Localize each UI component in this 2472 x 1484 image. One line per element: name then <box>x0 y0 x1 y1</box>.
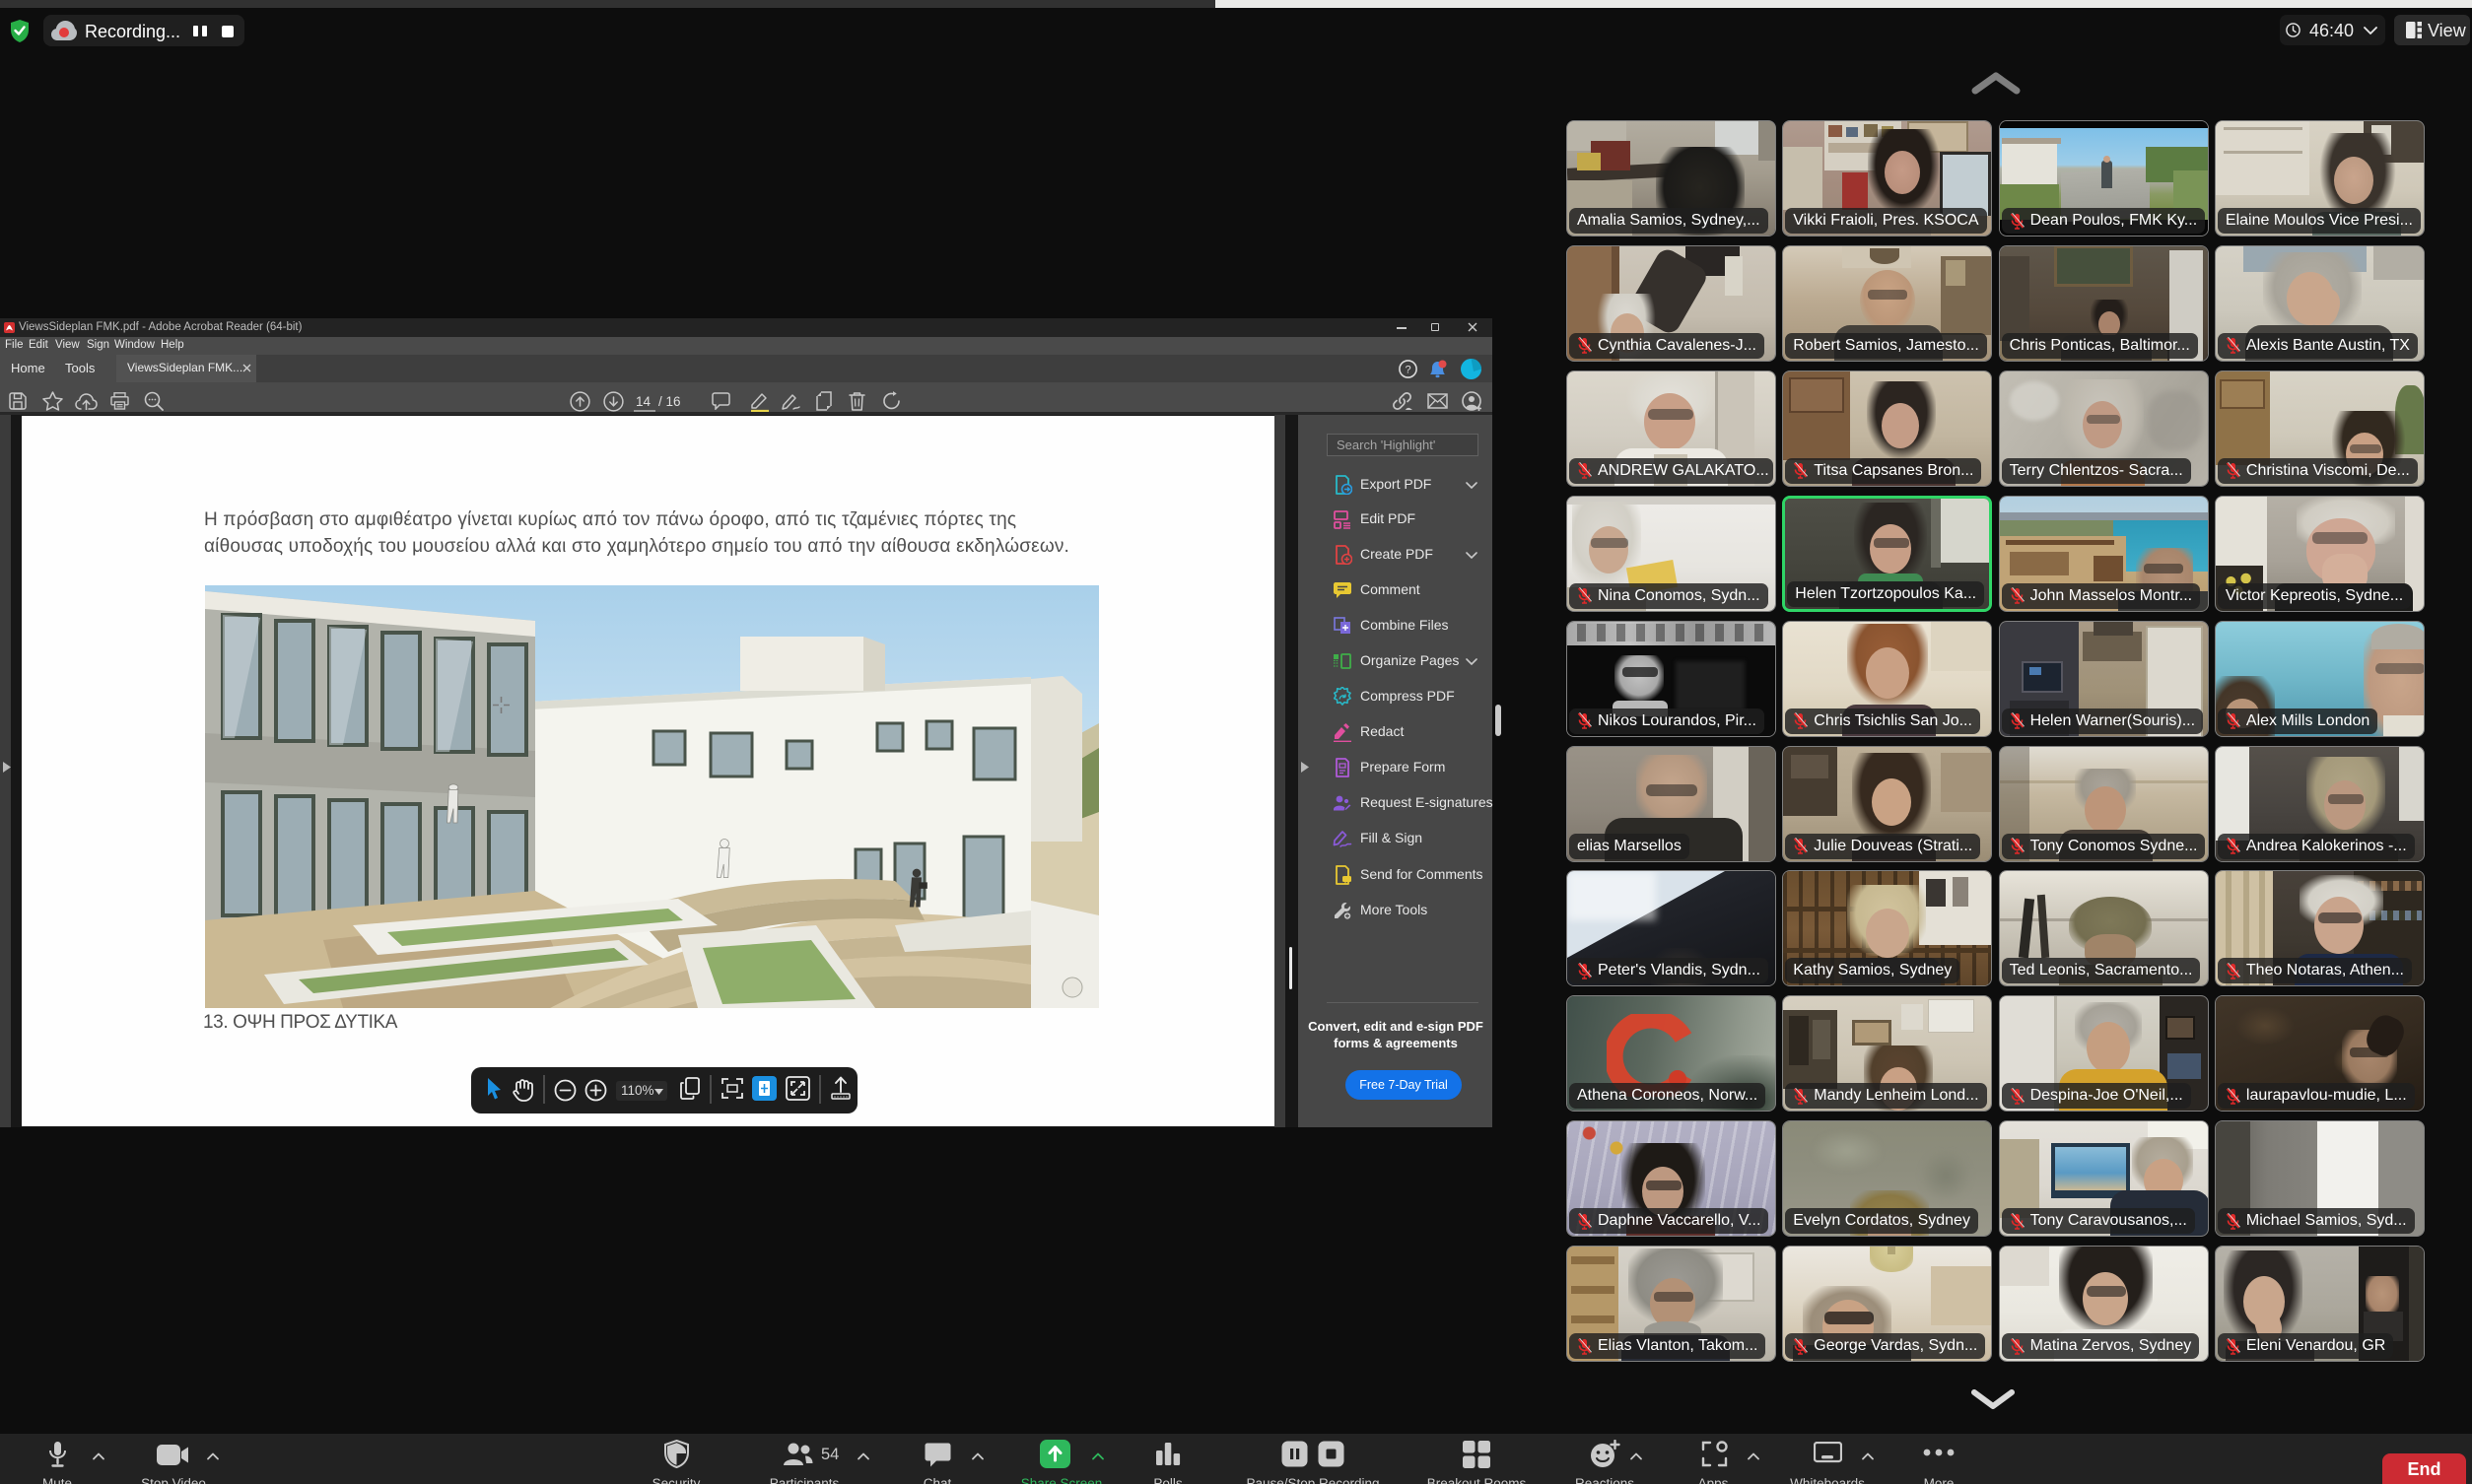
svg-text:?: ? <box>1405 365 1410 376</box>
